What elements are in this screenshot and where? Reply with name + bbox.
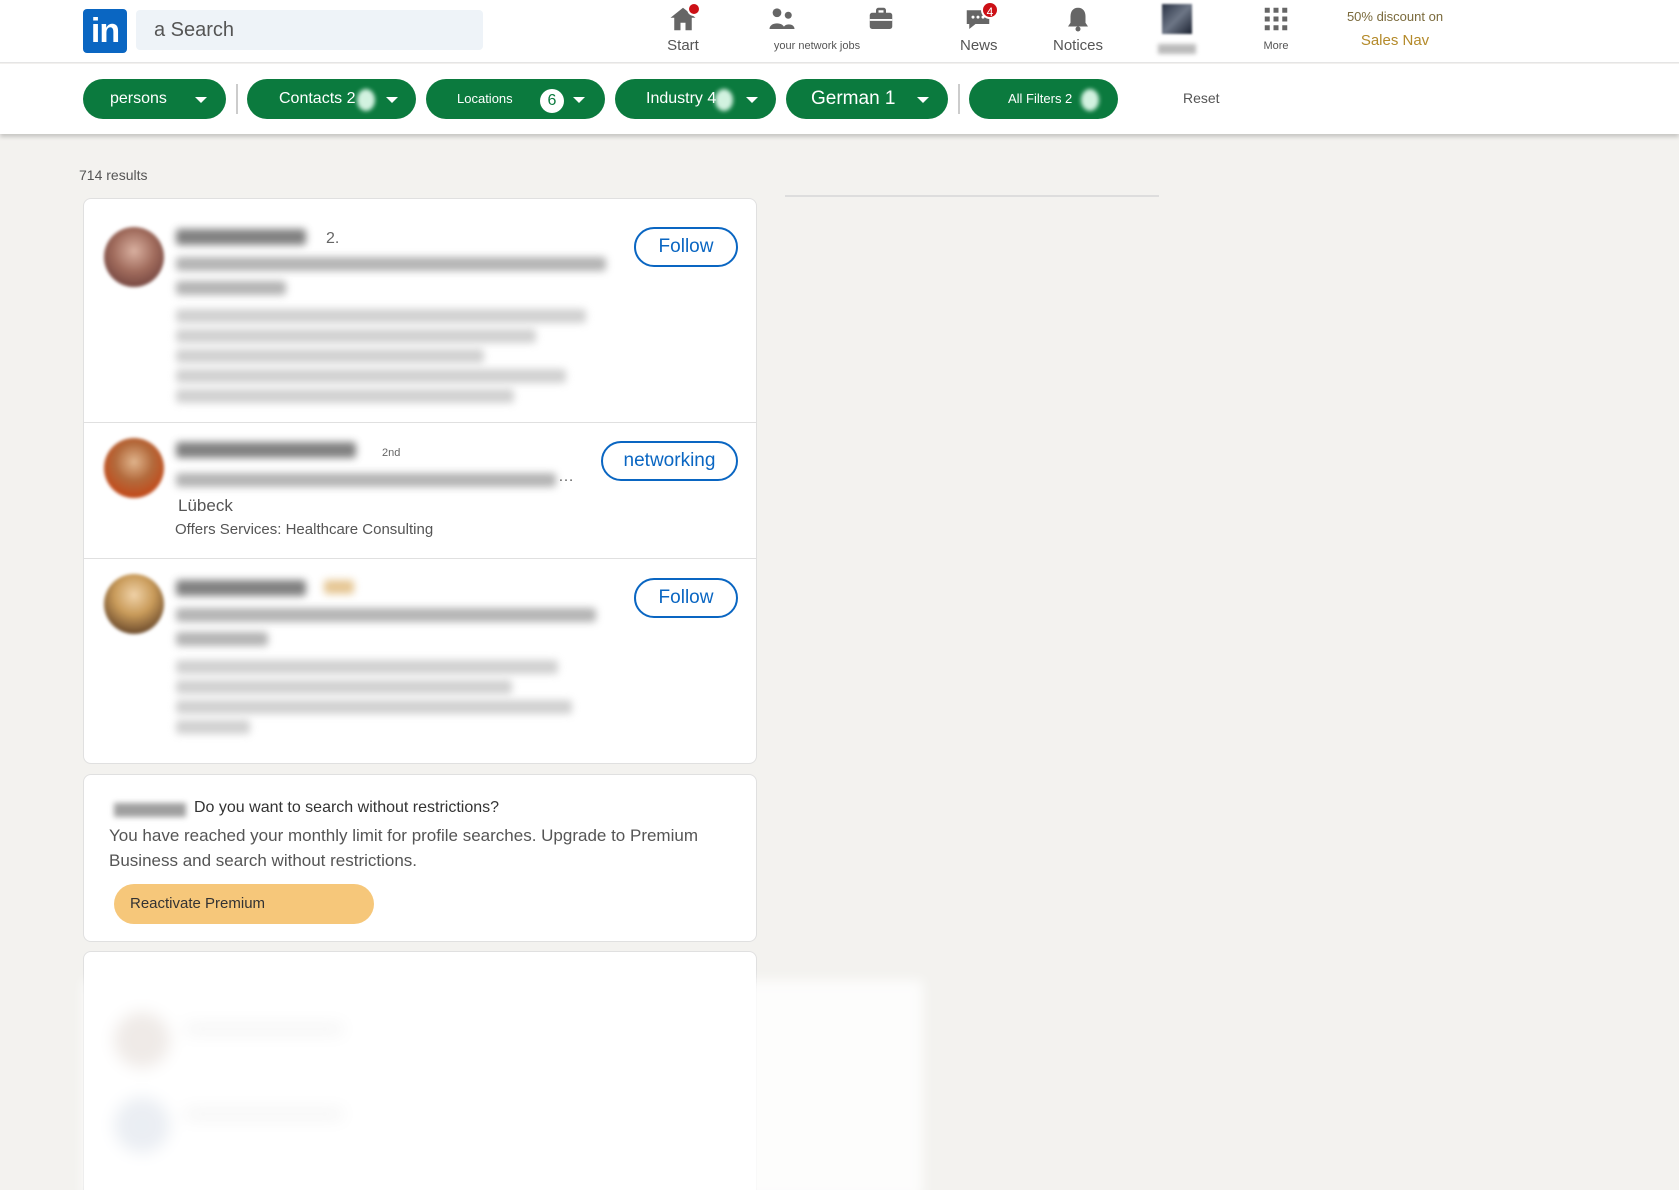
chevron-down-icon bbox=[917, 97, 929, 103]
result-item[interactable]: Follow bbox=[84, 560, 756, 764]
premium-upsell-card: Do you want to search without restrictio… bbox=[83, 774, 757, 942]
filter-count-badge: 6 bbox=[540, 89, 564, 113]
summary-blurred bbox=[176, 369, 566, 383]
nav-more[interactable]: More bbox=[1256, 4, 1296, 60]
filter-locations[interactable]: Locations 6 bbox=[426, 79, 605, 119]
summary-blurred bbox=[176, 309, 586, 323]
blurred-indicator bbox=[715, 89, 733, 111]
filter-all-filters[interactable]: All Filters 2 bbox=[969, 79, 1118, 119]
nav-label-more: More bbox=[1263, 40, 1289, 52]
blurred-indicator bbox=[357, 89, 375, 111]
summary-blurred bbox=[176, 680, 512, 694]
messaging-icon: 4 bbox=[963, 1, 999, 34]
chevron-down-icon bbox=[573, 97, 585, 103]
chevron-down-icon bbox=[386, 97, 398, 103]
filter-language[interactable]: German 1 bbox=[786, 79, 948, 119]
sales-nav-promo[interactable]: 50% discount on Sales Nav bbox=[1340, 9, 1450, 49]
nav-label-notices: Notices bbox=[1052, 37, 1104, 54]
sidebar-placeholder-line bbox=[785, 195, 1159, 197]
nav-news[interactable]: 4 News bbox=[960, 1, 999, 60]
connection-degree: 2nd bbox=[382, 447, 401, 459]
headline-blurred bbox=[176, 632, 268, 646]
person-name-blurred[interactable] bbox=[176, 580, 306, 596]
location-text: Lübeck bbox=[178, 496, 233, 515]
linkedin-logo-icon[interactable]: in bbox=[83, 9, 127, 53]
reset-filters-button[interactable]: Reset bbox=[1183, 90, 1220, 106]
filter-label: All Filters 2 bbox=[1008, 91, 1073, 106]
blurred-indicator bbox=[1081, 89, 1099, 111]
person-name-blurred[interactable] bbox=[176, 442, 356, 458]
nav-me[interactable] bbox=[1158, 4, 1196, 60]
result-item[interactable]: 2. Follow bbox=[84, 199, 756, 423]
my-network-icon bbox=[767, 4, 797, 39]
summary-blurred bbox=[176, 700, 572, 714]
chevron-down-icon bbox=[746, 97, 758, 103]
reactivate-premium-button[interactable]: Reactivate Premium bbox=[114, 884, 374, 924]
nav-label-start: Start bbox=[667, 37, 699, 54]
nav-label-news: News bbox=[960, 37, 998, 54]
summary-blurred bbox=[176, 660, 558, 674]
person-name-blurred[interactable] bbox=[176, 229, 306, 245]
follow-button[interactable]: Follow bbox=[634, 227, 738, 267]
results-list: 2. Follow 2nd … Lübeck Offers Services: … bbox=[83, 198, 757, 764]
blur-overlay bbox=[83, 980, 923, 1190]
filter-divider bbox=[958, 84, 960, 114]
badge-blurred bbox=[324, 580, 354, 594]
nav-label-network-jobs: your network jobs bbox=[773, 40, 861, 52]
filter-divider bbox=[236, 84, 238, 114]
profile-label-blurred bbox=[1158, 44, 1196, 54]
home-icon bbox=[668, 2, 701, 34]
premium-message: You have reached your monthly limit for … bbox=[109, 826, 698, 870]
headline-blurred bbox=[176, 257, 606, 271]
results-count: 714 results bbox=[79, 167, 148, 183]
promo-text: 50% discount on bbox=[1346, 9, 1444, 24]
filter-label: Contacts 2 bbox=[279, 90, 356, 107]
filter-label: German 1 bbox=[811, 88, 896, 109]
filter-contacts[interactable]: Contacts 2 bbox=[247, 79, 416, 119]
user-name-blurred bbox=[114, 803, 186, 817]
profile-avatar[interactable] bbox=[104, 438, 164, 498]
summary-blurred bbox=[176, 720, 250, 734]
headline-blurred bbox=[176, 281, 286, 295]
profile-avatar[interactable] bbox=[104, 227, 164, 287]
profile-avatar bbox=[1162, 4, 1192, 34]
follow-button[interactable]: Follow bbox=[634, 578, 738, 618]
top-navigation: in Start your network jobs 4 News bbox=[0, 0, 1679, 63]
filter-industry[interactable]: Industry 4 bbox=[615, 79, 776, 119]
grid-apps-icon bbox=[1261, 4, 1291, 34]
result-item[interactable]: 2nd … Lübeck Offers Services: Healthcare… bbox=[84, 424, 756, 559]
notification-dot bbox=[687, 2, 701, 16]
filter-persons[interactable]: persons bbox=[83, 79, 226, 119]
services-text: Offers Services: Healthcare Consulting bbox=[175, 521, 434, 538]
headline-blurred bbox=[176, 608, 596, 622]
filter-label: Locations bbox=[457, 91, 513, 106]
promo-link[interactable]: Sales Nav bbox=[1340, 32, 1450, 49]
filter-label: Industry 4 bbox=[646, 90, 717, 107]
filter-label: persons bbox=[110, 90, 167, 107]
chevron-down-icon bbox=[195, 97, 207, 103]
connection-degree: 2. bbox=[326, 230, 340, 247]
premium-question: Do you want to search without restrictio… bbox=[194, 799, 500, 816]
filter-bar: persons Contacts 2 Locations 6 Industry … bbox=[0, 64, 1679, 134]
summary-blurred bbox=[176, 349, 484, 363]
summary-blurred bbox=[176, 389, 514, 403]
search-input[interactable] bbox=[136, 10, 483, 50]
nav-start[interactable]: Start bbox=[663, 2, 703, 60]
headline-blurred bbox=[176, 473, 556, 487]
nav-network-jobs[interactable]: your network jobs bbox=[762, 4, 893, 60]
briefcase-icon bbox=[866, 4, 896, 39]
networking-button[interactable]: networking bbox=[601, 441, 738, 481]
summary-blurred bbox=[176, 329, 536, 343]
search-box[interactable] bbox=[136, 10, 483, 50]
headline-ellipsis: … bbox=[558, 468, 574, 485]
profile-avatar[interactable] bbox=[104, 574, 164, 634]
bell-icon bbox=[1063, 4, 1093, 34]
news-badge: 4 bbox=[981, 1, 999, 19]
nav-notices[interactable]: Notices bbox=[1050, 4, 1106, 60]
